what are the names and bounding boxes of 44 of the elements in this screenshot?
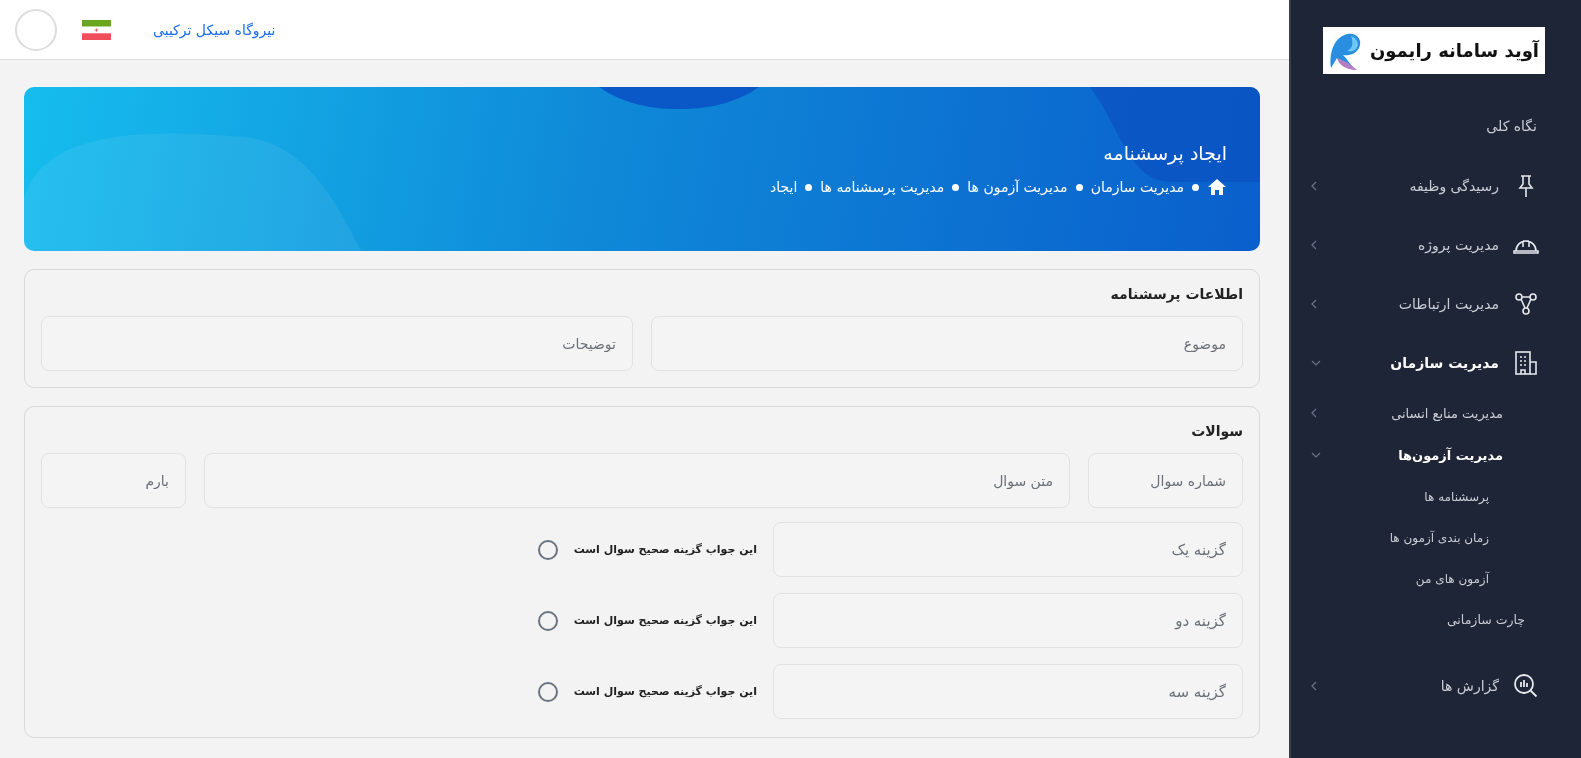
option-field[interactable]: گزینه سه xyxy=(773,664,1243,719)
radio-label: این جواب گزینه صحیح سوال است xyxy=(573,543,757,556)
flag-icon xyxy=(82,19,111,40)
connected-nodes-icon xyxy=(1514,291,1538,316)
home-icon[interactable] xyxy=(1207,178,1227,196)
radio-button[interactable] xyxy=(537,539,558,560)
input-field[interactable]: بارم xyxy=(41,453,186,508)
input-field[interactable]: متن سوال xyxy=(204,453,1070,508)
input-field[interactable]: شماره سوال xyxy=(1088,453,1243,508)
sidebar-item[interactable]: چارت سازمانی xyxy=(1291,599,1581,640)
card-title: اطلاعات پرسشنامه xyxy=(1109,286,1243,302)
option-field[interactable]: گزینه یک xyxy=(773,522,1243,577)
pushpin-icon xyxy=(1516,173,1536,198)
report-search-icon xyxy=(1513,672,1539,699)
bullet-icon xyxy=(952,183,960,191)
sidebar-subitem[interactable]: مدیریت منابع انسانی xyxy=(1291,392,1581,434)
radio-label: این جواب گزینه صحیح سوال است xyxy=(573,685,757,698)
input-field[interactable]: موضوع xyxy=(651,316,1243,371)
bullet-icon xyxy=(1075,183,1083,191)
input-field[interactable]: توضیحات xyxy=(41,316,633,371)
radio-button[interactable] xyxy=(537,610,558,631)
breadcrumb-link[interactable]: مدیریت سازمان xyxy=(1090,179,1184,195)
sidebar-subitem[interactable]: آزمون های من xyxy=(1291,558,1581,599)
sidebar-item[interactable]: گزارش ها xyxy=(1291,656,1581,715)
logo: آوید سامانه رایمون xyxy=(1323,27,1545,74)
sidebar-item[interactable]: مدیریت پروژه xyxy=(1291,215,1581,274)
bullet-icon xyxy=(805,183,813,191)
bullet-icon xyxy=(1192,183,1199,191)
site-link[interactable]: نیروگاه سیکل ترکیبی xyxy=(153,21,276,38)
page-title: ایجاد پرسشنامه xyxy=(1102,142,1227,164)
sidebar-subitem[interactable]: زمان بندی آزمون ها xyxy=(1291,517,1581,558)
sidebar-item[interactable]: مدیریت سازمان xyxy=(1291,333,1581,392)
radio-label: این جواب گزینه صحیح سوال است xyxy=(573,614,757,627)
radio-button[interactable] xyxy=(537,681,558,702)
card-title: سوالات xyxy=(1190,423,1243,439)
sidebar-item[interactable]: رسیدگی وظیفه xyxy=(1291,156,1581,215)
option-field[interactable]: گزینه دو xyxy=(773,593,1243,648)
sidebar-item[interactable]: نگاه کلی xyxy=(1291,112,1581,140)
breadcrumb-link[interactable]: مدیریت آزمون ها xyxy=(967,179,1068,195)
sidebar-item[interactable]: مدیریت ارتباطات xyxy=(1291,274,1581,333)
building-icon xyxy=(1514,349,1538,376)
breadcrumb-link[interactable]: مدیریت پرسشنامه ها xyxy=(820,179,945,195)
sidebar-subitem[interactable]: مدیریت آزمون‌ها xyxy=(1291,434,1581,476)
sidebar-subitem[interactable]: پرسشنامه ها xyxy=(1291,476,1581,517)
